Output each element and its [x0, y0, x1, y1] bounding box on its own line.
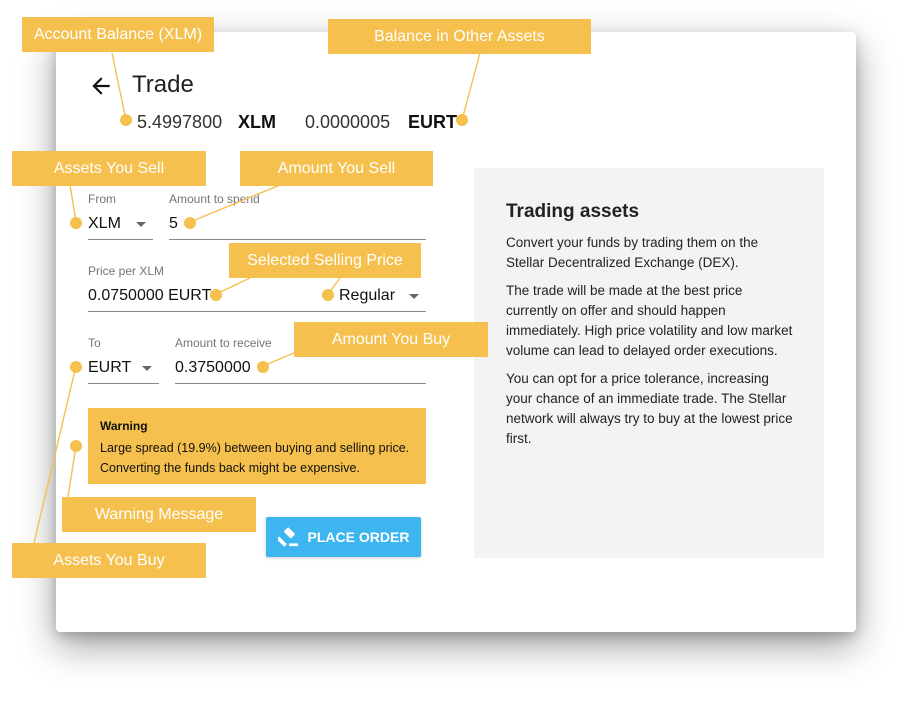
amount-to-receive-input[interactable]: 0.3750000 — [175, 358, 426, 384]
info-paragraph-1: Convert your funds by trading them on th… — [506, 235, 759, 270]
price-value: 0.0750000 EURT — [88, 287, 212, 304]
from-asset-value: XLM — [88, 215, 121, 232]
chevron-down-icon — [142, 366, 152, 371]
callout-warning-message: Warning Message — [62, 497, 256, 532]
info-paragraph-2: The trade will be made at the best price… — [506, 283, 793, 358]
amount-to-receive-value: 0.3750000 — [175, 359, 251, 376]
info-panel: Trading assets Convert your funds by tra… — [474, 168, 824, 558]
place-order-button[interactable]: PLACE ORDER — [266, 517, 421, 557]
warning-message: Large spread (19.9%) between buying and … — [100, 441, 410, 475]
amount-to-spend-label: Amount to spend — [169, 192, 260, 206]
other-balance-code: EURT — [408, 112, 457, 132]
callout-amount-buy: Amount You Buy — [294, 322, 488, 357]
amount-to-spend-input[interactable]: 5 — [169, 214, 426, 240]
amount-to-spend-value: 5 — [169, 215, 178, 232]
back-arrow-icon[interactable] — [88, 73, 114, 99]
price-mode-value: Regular — [339, 287, 396, 304]
to-asset-select[interactable]: EURT — [88, 358, 159, 384]
price-underline — [88, 311, 426, 312]
to-label: To — [88, 336, 101, 350]
warning-title: Warning — [100, 419, 148, 433]
gavel-icon — [277, 527, 298, 547]
callout-assets-buy: Assets You Buy — [12, 543, 206, 578]
callout-amount-sell: Amount You Sell — [240, 151, 433, 186]
xlm-balance-code: XLM — [238, 112, 276, 132]
info-paragraph-3: You can opt for a price tolerance, incre… — [506, 371, 793, 446]
page-title: Trade — [132, 71, 194, 98]
chevron-down-icon — [409, 294, 419, 299]
from-label: From — [88, 192, 116, 206]
info-title: Trading assets — [506, 201, 640, 222]
amount-to-receive-label: Amount to receive — [175, 336, 272, 350]
price-input[interactable]: 0.0750000 EURT — [88, 286, 308, 312]
price-mode-select[interactable]: Regular — [318, 286, 426, 312]
from-asset-select[interactable]: XLM — [88, 214, 153, 240]
price-per-xlm-label: Price per XLM — [88, 264, 165, 278]
callout-other-assets: Balance in Other Assets — [328, 19, 591, 54]
callout-account-balance: Account Balance (XLM) — [22, 17, 214, 52]
warning-box: Warning Large spread (19.9%) between buy… — [88, 408, 426, 484]
xlm-balance-amount: 5.4997800 — [137, 112, 223, 132]
callout-selling-price: Selected Selling Price — [229, 243, 421, 278]
other-balance-amount: 0.0000005 — [305, 112, 391, 132]
to-asset-value: EURT — [88, 359, 132, 376]
chevron-down-icon — [136, 222, 146, 227]
callout-assets-sell: Assets You Sell — [12, 151, 206, 186]
place-order-label: PLACE ORDER — [307, 529, 410, 545]
